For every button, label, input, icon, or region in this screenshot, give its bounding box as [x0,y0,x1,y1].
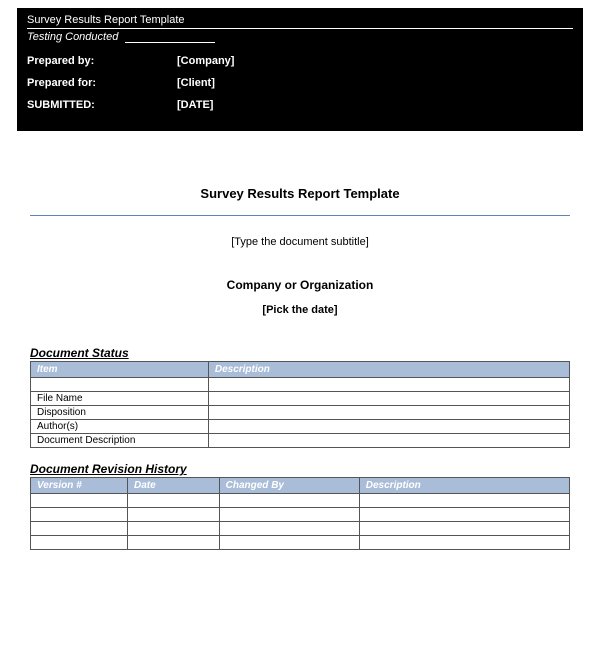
history-header-row: Version # Date Changed By Description [31,478,570,494]
status-header-row: Item Description [31,362,570,378]
history-cell[interactable] [31,522,128,536]
header-title: Survey Results Report Template [27,14,573,29]
history-header-version: Version # [31,478,128,494]
status-table: Item Description File Name Disposition A… [30,361,570,448]
header-subtitle-label: Testing Conducted [27,31,118,43]
history-cell[interactable] [219,536,359,550]
status-cell-desc[interactable] [208,420,569,434]
history-cell[interactable] [128,536,220,550]
prepared-by-row: Prepared by: [Company] [27,55,573,67]
history-cell[interactable] [359,522,569,536]
history-cell[interactable] [219,494,359,508]
history-cell[interactable] [219,522,359,536]
history-cell[interactable] [128,494,220,508]
prepared-by-value: [Company] [177,55,573,67]
history-header-changedby: Changed By [219,478,359,494]
divider-line [30,215,570,216]
table-row [31,536,570,550]
history-cell[interactable] [31,536,128,550]
status-cell-desc[interactable] [208,378,569,392]
history-section-title: Document Revision History [30,462,570,476]
company-line: Company or Organization [5,278,595,292]
status-cell-desc[interactable] [208,406,569,420]
submitted-label: SUBMITTED: [27,99,177,111]
history-cell[interactable] [359,494,569,508]
prepared-for-value: [Client] [177,77,573,89]
main-title: Survey Results Report Template [5,186,595,201]
table-row [31,508,570,522]
status-header-description: Description [208,362,569,378]
document-page: Survey Results Report Template Testing C… [5,8,595,550]
status-header-item: Item [31,362,209,378]
submitted-value: [DATE] [177,99,573,111]
history-cell[interactable] [128,522,220,536]
history-header-date: Date [128,478,220,494]
table-row [31,378,570,392]
table-row [31,494,570,508]
header-block: Survey Results Report Template Testing C… [17,8,583,131]
prepared-for-row: Prepared for: [Client] [27,77,573,89]
history-cell[interactable] [359,536,569,550]
header-subtitle-blank [125,42,215,43]
table-row: File Name [31,392,570,406]
prepared-for-label: Prepared for: [27,77,177,89]
status-cell-item[interactable] [31,378,209,392]
table-row: Disposition [31,406,570,420]
table-row: Author(s) [31,420,570,434]
history-header-description: Description [359,478,569,494]
status-cell-item[interactable]: Disposition [31,406,209,420]
status-cell-item[interactable]: File Name [31,392,209,406]
history-table: Version # Date Changed By Description [30,477,570,550]
status-cell-desc[interactable] [208,434,569,448]
history-cell[interactable] [31,494,128,508]
submitted-row: SUBMITTED: [DATE] [27,99,573,111]
status-cell-item[interactable]: Author(s) [31,420,209,434]
status-section-title: Document Status [30,346,570,360]
history-cell[interactable] [219,508,359,522]
table-row [31,522,570,536]
history-cell[interactable] [31,508,128,522]
table-row: Document Description [31,434,570,448]
date-placeholder[interactable]: [Pick the date] [5,304,595,316]
status-cell-item[interactable]: Document Description [31,434,209,448]
history-cell[interactable] [359,508,569,522]
header-subtitle-row: Testing Conducted [27,31,573,43]
subtitle-placeholder[interactable]: [Type the document subtitle] [5,236,595,248]
status-cell-desc[interactable] [208,392,569,406]
prepared-by-label: Prepared by: [27,55,177,67]
history-cell[interactable] [128,508,220,522]
